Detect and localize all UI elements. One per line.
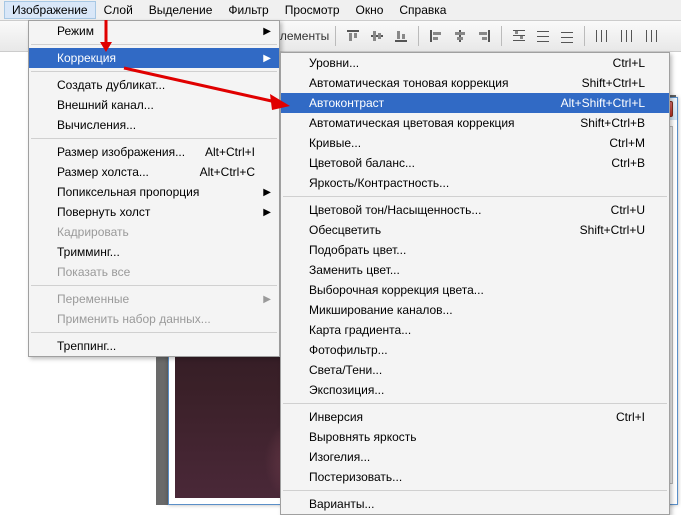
menu-reveal-all: Показать все: [29, 262, 279, 282]
menu-trim[interactable]: Тримминг...: [29, 242, 279, 262]
menu-separator: [31, 44, 277, 45]
menu-layer[interactable]: Слой: [96, 1, 141, 19]
menu-select[interactable]: Выделение: [141, 1, 221, 19]
menu-separator: [283, 403, 667, 404]
align-bottom-icon[interactable]: [390, 26, 412, 46]
submenu-arrow-icon: ▶: [263, 294, 271, 305]
distribute-vcenter-icon[interactable]: [532, 26, 554, 46]
menu-desaturate[interactable]: ОбесцветитьShift+Ctrl+U: [281, 220, 669, 240]
menubar: Изображение Слой Выделение Фильтр Просмо…: [0, 0, 681, 20]
menu-match-color[interactable]: Подобрать цвет...: [281, 240, 669, 260]
menu-brightness-contrast[interactable]: Яркость/Контрастность...: [281, 173, 669, 193]
menu-help[interactable]: Справка: [391, 1, 454, 19]
menu-levels[interactable]: Уровни...Ctrl+L: [281, 53, 669, 73]
toolbar-separator: [501, 26, 502, 46]
menu-auto-color[interactable]: Автоматическая цветовая коррекцияShift+C…: [281, 113, 669, 133]
menu-color-balance[interactable]: Цветовой баланс...Ctrl+B: [281, 153, 669, 173]
menu-exposure[interactable]: Экспозиция...: [281, 380, 669, 400]
toolbar-separator: [584, 26, 585, 46]
align-vcenter-icon[interactable]: [366, 26, 388, 46]
menu-equalize[interactable]: Выровнять яркость: [281, 427, 669, 447]
menu-crop: Кадрировать: [29, 222, 279, 242]
submenu-arrow-icon: ▶: [263, 53, 271, 64]
submenu-arrow-icon: ▶: [263, 187, 271, 198]
menu-canvas-size[interactable]: Размер холста...Alt+Ctrl+C: [29, 162, 279, 182]
menu-hue-saturation[interactable]: Цветовой тон/Насыщенность...Ctrl+U: [281, 200, 669, 220]
align-right-icon[interactable]: [473, 26, 495, 46]
menu-invert[interactable]: ИнверсияCtrl+I: [281, 407, 669, 427]
menu-channel-mixer[interactable]: Микширование каналов...: [281, 300, 669, 320]
menu-calculations[interactable]: Вычисления...: [29, 115, 279, 135]
menu-replace-color[interactable]: Заменить цвет...: [281, 260, 669, 280]
menu-image[interactable]: Изображение: [4, 1, 96, 19]
distribute-bottom-icon[interactable]: [556, 26, 578, 46]
distribute-right-icon[interactable]: [639, 26, 661, 46]
dropdown-adjustments: Уровни...Ctrl+L Автоматическая тоновая к…: [280, 52, 670, 515]
menu-gradient-map[interactable]: Карта градиента...: [281, 320, 669, 340]
align-left-icon[interactable]: [425, 26, 447, 46]
menu-separator: [283, 490, 667, 491]
menu-variables: Переменные▶: [29, 289, 279, 309]
menu-auto-tone[interactable]: Автоматическая тоновая коррекцияShift+Ct…: [281, 73, 669, 93]
menu-image-size[interactable]: Размер изображения...Alt+Ctrl+I: [29, 142, 279, 162]
menu-curves[interactable]: Кривые...Ctrl+M: [281, 133, 669, 153]
menu-trapping[interactable]: Треппинг...: [29, 336, 279, 356]
dropdown-image: Режим▶ Коррекция▶ Создать дубликат... Вн…: [28, 20, 280, 357]
distribute-left-icon[interactable]: [591, 26, 613, 46]
menu-auto-contrast[interactable]: АвтоконтрастAlt+Shift+Ctrl+L: [281, 93, 669, 113]
menu-rotate-canvas[interactable]: Повернуть холст▶: [29, 202, 279, 222]
menu-filter[interactable]: Фильтр: [220, 1, 276, 19]
toolbar-separator: [418, 26, 419, 46]
menu-photo-filter[interactable]: Фотофильтр...: [281, 340, 669, 360]
menu-apply-image[interactable]: Внешний канал...: [29, 95, 279, 115]
menu-separator: [283, 196, 667, 197]
menu-shadow-highlight[interactable]: Света/Тени...: [281, 360, 669, 380]
menu-separator: [31, 71, 277, 72]
menu-pixel-aspect[interactable]: Попиксельная пропорция▶: [29, 182, 279, 202]
menu-posterize[interactable]: Постеризовать...: [281, 467, 669, 487]
menu-adjustments[interactable]: Коррекция▶: [29, 48, 279, 68]
toolbar-separator: [335, 26, 336, 46]
menu-separator: [31, 285, 277, 286]
menu-variations[interactable]: Варианты...: [281, 494, 669, 514]
distribute-top-icon[interactable]: [508, 26, 530, 46]
distribute-hcenter-icon[interactable]: [615, 26, 637, 46]
menu-view[interactable]: Просмотр: [277, 1, 348, 19]
menu-window[interactable]: Окно: [348, 1, 392, 19]
submenu-arrow-icon: ▶: [263, 207, 271, 218]
align-hcenter-icon[interactable]: [449, 26, 471, 46]
menu-separator: [31, 332, 277, 333]
menu-duplicate[interactable]: Создать дубликат...: [29, 75, 279, 95]
menu-selective-color[interactable]: Выборочная коррекция цвета...: [281, 280, 669, 300]
menu-mode[interactable]: Режим▶: [29, 21, 279, 41]
align-top-icon[interactable]: [342, 26, 364, 46]
submenu-arrow-icon: ▶: [263, 26, 271, 37]
menu-apply-dataset: Применить набор данных...: [29, 309, 279, 329]
menu-threshold[interactable]: Изогелия...: [281, 447, 669, 467]
menu-separator: [31, 138, 277, 139]
